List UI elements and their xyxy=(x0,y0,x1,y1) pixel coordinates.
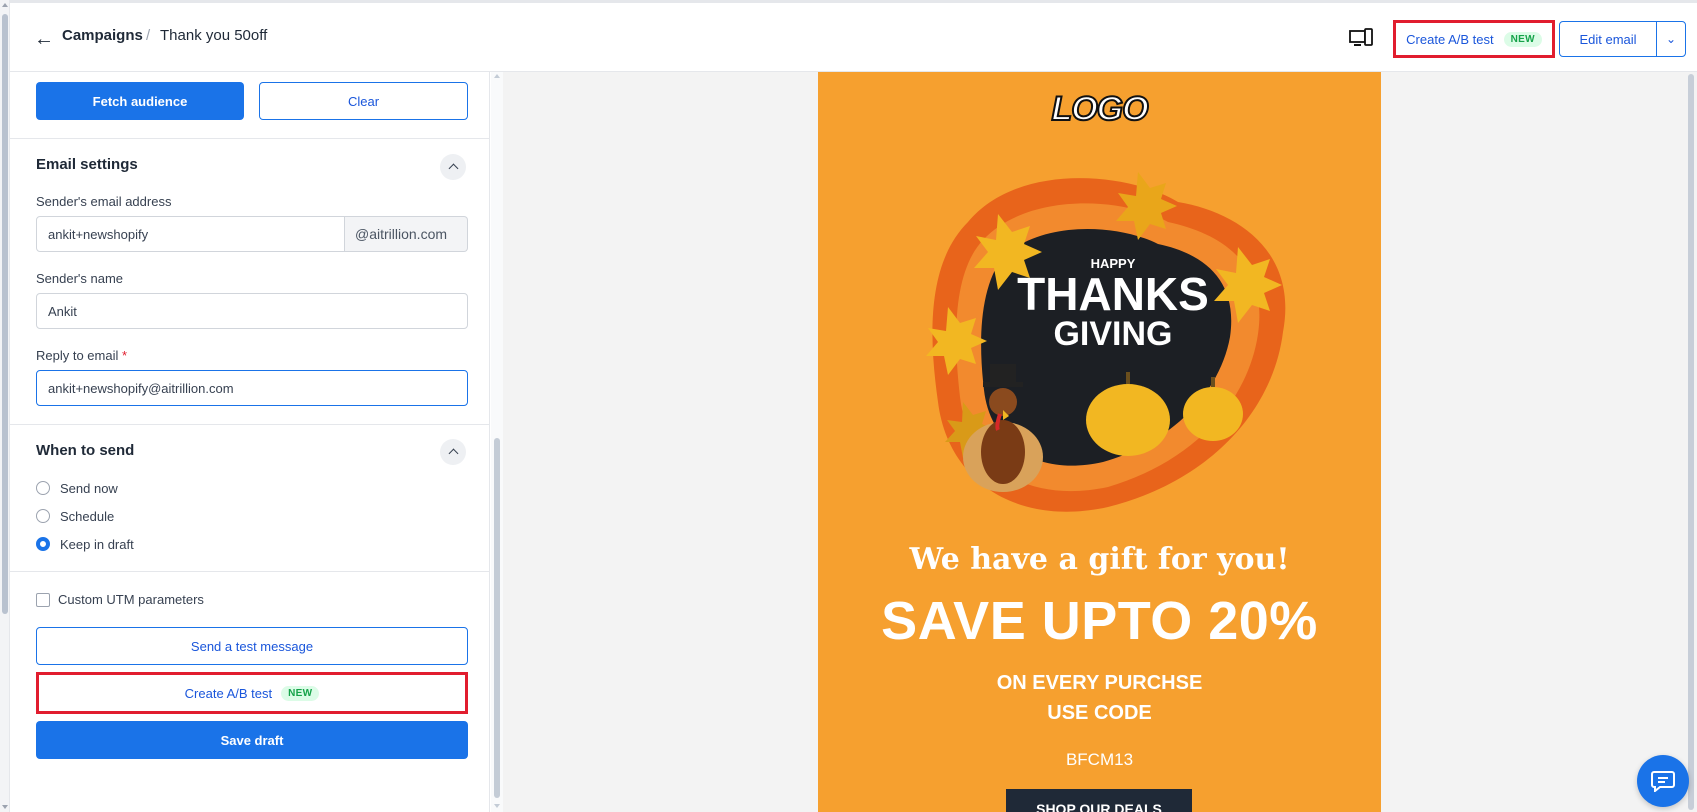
sender-name-input[interactable]: Ankit xyxy=(36,293,468,329)
logo: LOGO xyxy=(1050,89,1149,129)
divider xyxy=(10,424,490,425)
divider xyxy=(10,571,490,572)
sender-name-label: Sender's name xyxy=(36,271,124,286)
page-scrollbar-thumb[interactable] xyxy=(2,14,8,614)
radio-send-now[interactable] xyxy=(36,481,50,495)
chat-icon[interactable] xyxy=(1637,755,1689,807)
create-ab-test-label: Create A/B test xyxy=(1406,31,1494,47)
new-badge: NEW xyxy=(281,685,320,701)
chevron-up-icon[interactable] xyxy=(440,439,466,465)
panel-scrollbar[interactable] xyxy=(491,72,503,812)
email-offer-line2: USE CODE xyxy=(1047,702,1152,724)
sender-email-input[interactable]: ankit+newshopify xyxy=(36,216,345,252)
new-badge: NEW xyxy=(1503,31,1542,47)
radio-schedule-label[interactable]: Schedule xyxy=(60,509,114,524)
fetch-audience-button[interactable]: Fetch audience xyxy=(36,82,244,120)
utm-checkbox[interactable] xyxy=(36,593,50,607)
email-settings-title: Email settings xyxy=(36,156,138,173)
breadcrumb-campaigns[interactable]: Campaigns xyxy=(62,27,143,44)
edit-email-button[interactable]: Edit email xyxy=(1559,21,1657,57)
required-marker: * xyxy=(122,348,128,363)
radio-keep-in-draft-label[interactable]: Keep in draft xyxy=(60,537,134,552)
hero-thanks-text: THANKS xyxy=(1017,268,1209,320)
email-offer: SAVE UPTO 20% xyxy=(881,591,1318,651)
reply-to-label: Reply to email * xyxy=(36,348,127,363)
radio-keep-in-draft[interactable] xyxy=(36,537,50,551)
chevron-down-icon[interactable]: ⌄ xyxy=(1656,21,1686,57)
divider xyxy=(10,138,490,139)
create-ab-test-button-header[interactable]: Create A/B test NEW xyxy=(1393,20,1555,58)
preview-scrollbar-thumb[interactable] xyxy=(1688,74,1694,810)
email-headline: We have a gift for you! xyxy=(909,542,1290,577)
send-test-message-button[interactable]: Send a test message xyxy=(36,627,468,665)
page-scrollbar[interactable] xyxy=(0,0,10,812)
scroll-up-icon[interactable] xyxy=(2,3,8,7)
scroll-down-icon[interactable] xyxy=(494,804,500,808)
sender-email-label: Sender's email address xyxy=(36,194,172,209)
panel-scrollbar-thumb[interactable] xyxy=(494,438,500,798)
scroll-down-icon[interactable] xyxy=(2,805,8,809)
email-offer-line1: ON EVERY PURCHSE xyxy=(996,672,1203,694)
create-ab-test-label: Create A/B test xyxy=(184,685,273,701)
chevron-up-icon[interactable] xyxy=(440,154,466,180)
breadcrumb-current: Thank you 50off xyxy=(160,27,268,44)
breadcrumb-separator: / xyxy=(146,27,151,44)
clear-button[interactable]: Clear xyxy=(259,82,468,120)
utm-label[interactable]: Custom UTM parameters xyxy=(58,592,204,607)
email-canvas: LOGO HAPPY THANKS GIVING We have a gift … xyxy=(818,72,1381,812)
campaign-settings-panel: Fetch audience Clear Email settings Send… xyxy=(10,72,490,812)
hero-giving-text: GIVING xyxy=(1053,315,1172,353)
scroll-up-icon[interactable] xyxy=(494,74,500,78)
arrow-left-icon[interactable]: ← xyxy=(34,29,54,49)
desktop-mobile-icon[interactable] xyxy=(1349,28,1373,48)
create-ab-test-button[interactable]: Create A/B test NEW xyxy=(36,672,468,714)
top-header: ← Campaigns / Thank you 50off Create A/B… xyxy=(10,0,1697,72)
radio-schedule[interactable] xyxy=(36,509,50,523)
thanksgiving-hero-image: HAPPY THANKS GIVING xyxy=(926,172,1286,512)
preview-scrollbar[interactable] xyxy=(1685,72,1697,812)
sender-email-domain: @aitrillion.com xyxy=(345,216,468,252)
radio-send-now-label[interactable]: Send now xyxy=(60,481,118,496)
email-promo-code: BFCM13 xyxy=(1065,750,1134,769)
reply-to-label-text: Reply to email xyxy=(36,348,119,363)
when-to-send-title: When to send xyxy=(36,442,135,459)
email-shop-deals-button[interactable]: SHOP OUR DEALS xyxy=(1006,789,1192,812)
reply-to-input[interactable]: ankit+newshopify@aitrillion.com xyxy=(36,370,468,406)
save-draft-button[interactable]: Save draft xyxy=(36,721,468,759)
